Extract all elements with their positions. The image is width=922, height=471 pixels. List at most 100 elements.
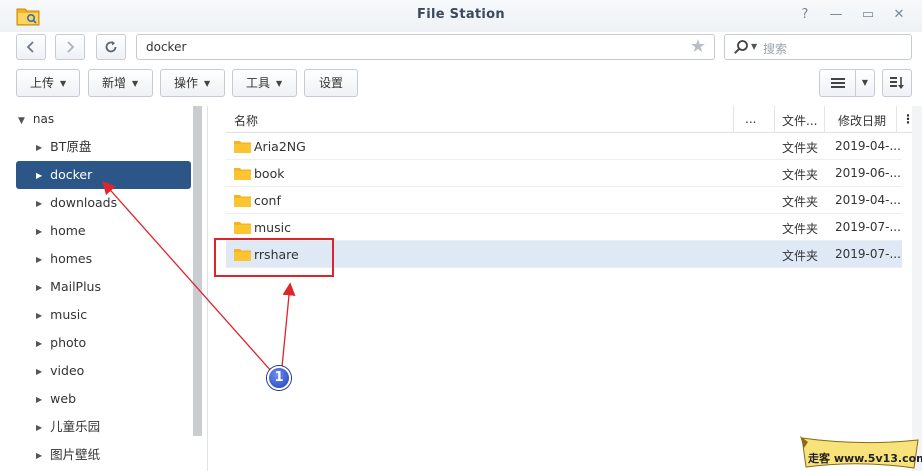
tree-scrollbar[interactable] [193,106,202,436]
file-type: 文件夹 [782,141,819,155]
caret-right-icon[interactable]: ▶ [36,143,42,152]
file-type: 文件夹 [782,222,819,236]
column-header-more[interactable]: ... [745,112,756,126]
list-scrollbar-track[interactable] [912,106,922,471]
forward-button[interactable] [55,34,85,60]
settings-button[interactable]: 设置 [304,69,358,97]
view-mode-button[interactable] [819,69,856,97]
tree-item-label: 儿童乐园 [50,419,101,434]
caret-right-icon[interactable]: ▶ [36,283,42,292]
expanded-caret-icon[interactable]: ▼ [18,116,25,126]
tree-item-label: video [50,363,85,378]
tree-item-label: web [50,391,77,406]
tree-item-label: home [50,223,86,238]
tree-item-label: homes [50,251,93,266]
folder-tree: ▼ nas ▶ BT原盘 ▶ docker ▶ downloads ▶ home ▶ hom… [0,106,196,471]
watermark-text: 走客 www.5v13.com [808,452,922,465]
caret-right-icon[interactable]: ▶ [36,395,42,404]
caret-right-icon[interactable]: ▶ [36,423,42,432]
tree-item[interactable]: ▶ homes [16,245,191,273]
tree-item[interactable]: ▶ BT原盘 [16,133,191,161]
action-button[interactable]: 操作 ▼ [160,69,225,97]
path-bar[interactable]: docker ★ [136,34,715,60]
tree-item-label: BT原盘 [50,139,92,154]
upload-button-label: 上传 [30,76,55,90]
annotation-step-badge: 1 [267,366,291,390]
column-header-date[interactable]: 修改日期 [838,112,886,129]
maximize-button[interactable]: ▭ [859,6,877,24]
chevron-down-icon: ▼ [861,78,869,87]
folder-icon [234,222,251,234]
search-icon [734,40,748,54]
tree-item-label: music [50,307,88,322]
sort-button[interactable] [882,69,912,97]
list-item[interactable]: conf 文件夹 2019-04-... [226,187,902,214]
list-item[interactable]: music 文件夹 2019-07-... [226,214,902,241]
file-date: 2019-07-... [835,247,901,261]
column-header-type[interactable]: 文件... [782,112,817,129]
folder-icon [234,168,251,180]
list-view-icon [830,78,845,88]
file-list: 名称 ... 文件... 修改日期 ⋮ Aria2NG 文件夹 2019-04-… [226,106,914,471]
tree-item[interactable]: ▶ music [16,301,191,329]
tree-item-docker[interactable]: ▶ docker [16,161,191,189]
folder-icon [234,195,251,207]
caret-right-icon[interactable]: ▶ [36,339,42,348]
back-button[interactable] [16,34,46,60]
file-date: 2019-06-... [835,166,901,180]
tree-item[interactable]: ▶ photo [16,329,191,357]
title-bar: File Station ? — ▭ ✕ [0,0,922,32]
refresh-button[interactable] [96,34,126,60]
column-header-name[interactable]: 名称 [234,112,258,129]
column-divider[interactable] [774,106,775,133]
tree-item[interactable]: ▶ 儿童乐园 [16,413,191,441]
current-path: docker [146,40,187,54]
caret-right-icon[interactable]: ▶ [36,367,42,376]
list-item[interactable]: book 文件夹 2019-06-... [226,160,902,187]
column-divider[interactable] [896,106,897,133]
window-title: File Station [417,7,505,22]
chevron-down-icon: ▼ [204,79,211,88]
list-item[interactable]: Aria2NG 文件夹 2019-04-... [226,133,902,160]
create-button[interactable]: 新增 ▼ [88,69,153,97]
tree-root-label: nas [32,112,55,126]
tree-item[interactable]: ▶ video [16,357,191,385]
annotation-highlight-box [214,238,334,277]
file-date: 2019-07-... [835,220,901,234]
chevron-down-icon: ▼ [60,79,67,88]
file-type: 文件夹 [782,168,819,182]
caret-right-icon[interactable]: ▶ [36,311,42,320]
file-name: music [254,220,291,235]
tree-item[interactable]: ▶ MailPlus [16,273,191,301]
caret-right-icon[interactable]: ▶ [36,227,42,236]
star-icon[interactable]: ★ [690,36,706,58]
tree-item[interactable]: ▶ downloads [16,189,191,217]
minimize-button[interactable]: — [827,6,845,24]
tree-item[interactable]: ▶ 图片壁纸 [16,441,191,469]
tree-item-label: docker [50,167,93,182]
caret-right-icon[interactable]: ▶ [36,255,42,264]
tree-root-nas[interactable]: ▼ nas [18,112,54,126]
column-divider[interactable] [733,106,734,133]
panel-splitter[interactable] [207,106,208,471]
chevron-left-icon [26,41,34,53]
tree-item[interactable]: ▶ home [16,217,191,245]
file-name: book [254,166,285,181]
help-button[interactable]: ? [796,6,814,24]
tree-item[interactable]: ▶ web [16,385,191,413]
view-mode-dropdown[interactable]: ▼ [855,69,875,97]
column-divider[interactable] [824,106,825,133]
close-button[interactable]: ✕ [890,6,908,24]
folder-icon [234,141,251,153]
tree-item-label: photo [50,335,87,350]
caret-right-icon[interactable]: ▶ [36,199,42,208]
sort-icon [890,77,904,89]
tree-item-label: downloads [50,195,118,210]
caret-right-icon[interactable]: ▶ [36,451,42,460]
upload-button[interactable]: 上传 ▼ [16,69,80,97]
caret-right-icon[interactable]: ▶ [36,171,42,180]
search-options-caret-icon[interactable]: ▼ [751,39,757,55]
tools-button[interactable]: 工具 ▼ [232,69,297,97]
search-input[interactable]: ▼ 搜索 [724,34,912,60]
tools-button-label: 工具 [246,76,271,90]
